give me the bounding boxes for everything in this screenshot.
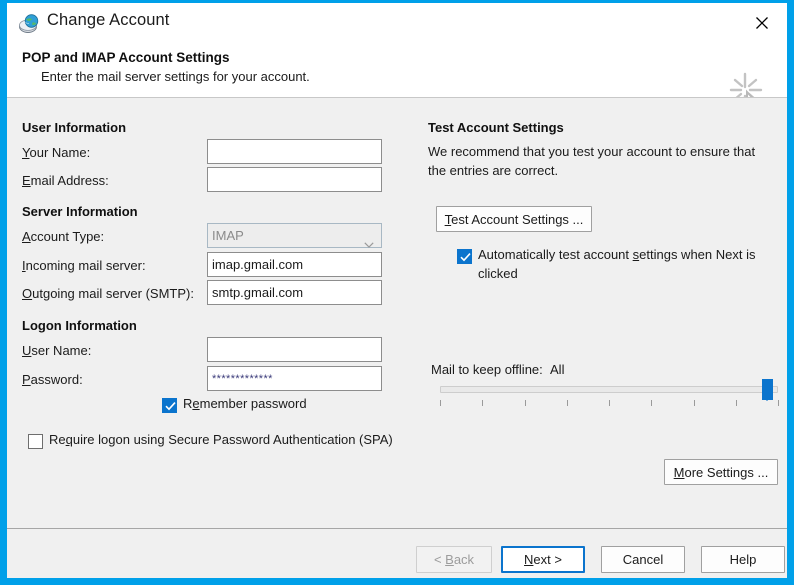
section-user-information: User Information — [22, 120, 127, 135]
offline-slider-thumb[interactable] — [762, 379, 773, 401]
chevron-down-icon — [364, 232, 374, 248]
password-input[interactable]: ************* — [207, 366, 382, 391]
label-outgoing-mail-server: Outgoing mail server (SMTP): — [22, 286, 194, 301]
next-button[interactable]: Next > — [501, 546, 585, 573]
require-spa-label[interactable]: Require logon using Secure Password Auth… — [49, 432, 393, 447]
remember-password-label[interactable]: Remember password — [183, 396, 307, 411]
title-bar: Change Account — [7, 3, 787, 44]
more-settings-button[interactable]: More Settings ... — [664, 459, 778, 485]
label-email-address: Email Address: — [22, 173, 109, 188]
test-account-settings-label: Test Account Settings ... — [444, 211, 584, 227]
change-account-dialog: Change Account POP and IMAP Account Sett… — [0, 0, 794, 585]
label-incoming-mail-server: Incoming mail server: — [22, 258, 146, 273]
slider-tick — [651, 400, 653, 406]
next-label: Next > — [524, 552, 562, 567]
slider-tick — [735, 400, 737, 406]
slider-tick — [482, 400, 484, 406]
account-globe-icon — [18, 13, 40, 35]
help-label: Help — [729, 552, 757, 567]
check-icon — [460, 251, 471, 266]
page-subtitle: Enter the mail server settings for your … — [41, 69, 310, 84]
more-settings-label: More Settings ... — [673, 464, 769, 480]
test-description-line1: We recommend that you test your account … — [428, 144, 756, 159]
test-account-settings-button[interactable]: Test Account Settings ... — [436, 206, 592, 232]
outgoing-mail-server-input[interactable]: smtp.gmail.com — [207, 280, 382, 305]
close-icon[interactable] — [745, 9, 779, 37]
slider-tick — [693, 400, 695, 406]
back-button[interactable]: < Back — [416, 546, 492, 573]
page-title: POP and IMAP Account Settings — [22, 50, 230, 65]
footer-divider — [7, 528, 787, 529]
auto-test-label-line1[interactable]: Automatically test account settings when… — [478, 247, 755, 262]
email-address-input[interactable] — [207, 167, 382, 192]
section-server-information: Server Information — [22, 204, 138, 219]
account-type-value: IMAP — [212, 228, 244, 243]
mail-to-keep-offline-label: Mail to keep offline: All — [431, 362, 565, 377]
cancel-button[interactable]: Cancel — [601, 546, 685, 573]
slider-tick — [524, 400, 526, 406]
cancel-label: Cancel — [622, 552, 664, 567]
mail-to-keep-offline-value: All — [550, 362, 565, 377]
incoming-mail-server-input[interactable]: imap.gmail.com — [207, 252, 382, 277]
dialog-header: POP and IMAP Account Settings Enter the … — [7, 44, 787, 130]
section-test-account-settings: Test Account Settings — [428, 120, 564, 135]
label-your-name: Your Name: — [22, 145, 91, 160]
label-account-type: Account Type: — [22, 229, 105, 244]
help-button[interactable]: Help — [701, 546, 785, 573]
dialog-body: User Information Your Name: Email Addres… — [7, 98, 787, 578]
slider-tick — [609, 400, 610, 406]
remember-password-checkbox[interactable] — [162, 398, 177, 413]
your-name-input[interactable] — [207, 139, 382, 164]
user-name-input[interactable] — [207, 337, 382, 362]
window-title: Change Account — [47, 11, 170, 29]
slider-tick — [440, 400, 441, 406]
label-user-name: User Name: — [22, 343, 92, 358]
section-logon-information: Logon Information — [22, 318, 137, 333]
label-password: Password: — [22, 372, 83, 387]
auto-test-checkbox[interactable] — [457, 249, 472, 264]
auto-test-label-line2: clicked — [478, 266, 518, 281]
slider-tick — [566, 400, 568, 406]
check-icon — [165, 400, 176, 415]
slider-tick — [778, 400, 779, 406]
back-label: < Back — [433, 552, 475, 567]
test-description-line2: the entries are correct. — [428, 163, 559, 178]
account-type-select[interactable]: IMAP — [207, 223, 382, 248]
offline-slider-track[interactable] — [440, 386, 778, 393]
require-spa-checkbox[interactable] — [28, 434, 43, 449]
